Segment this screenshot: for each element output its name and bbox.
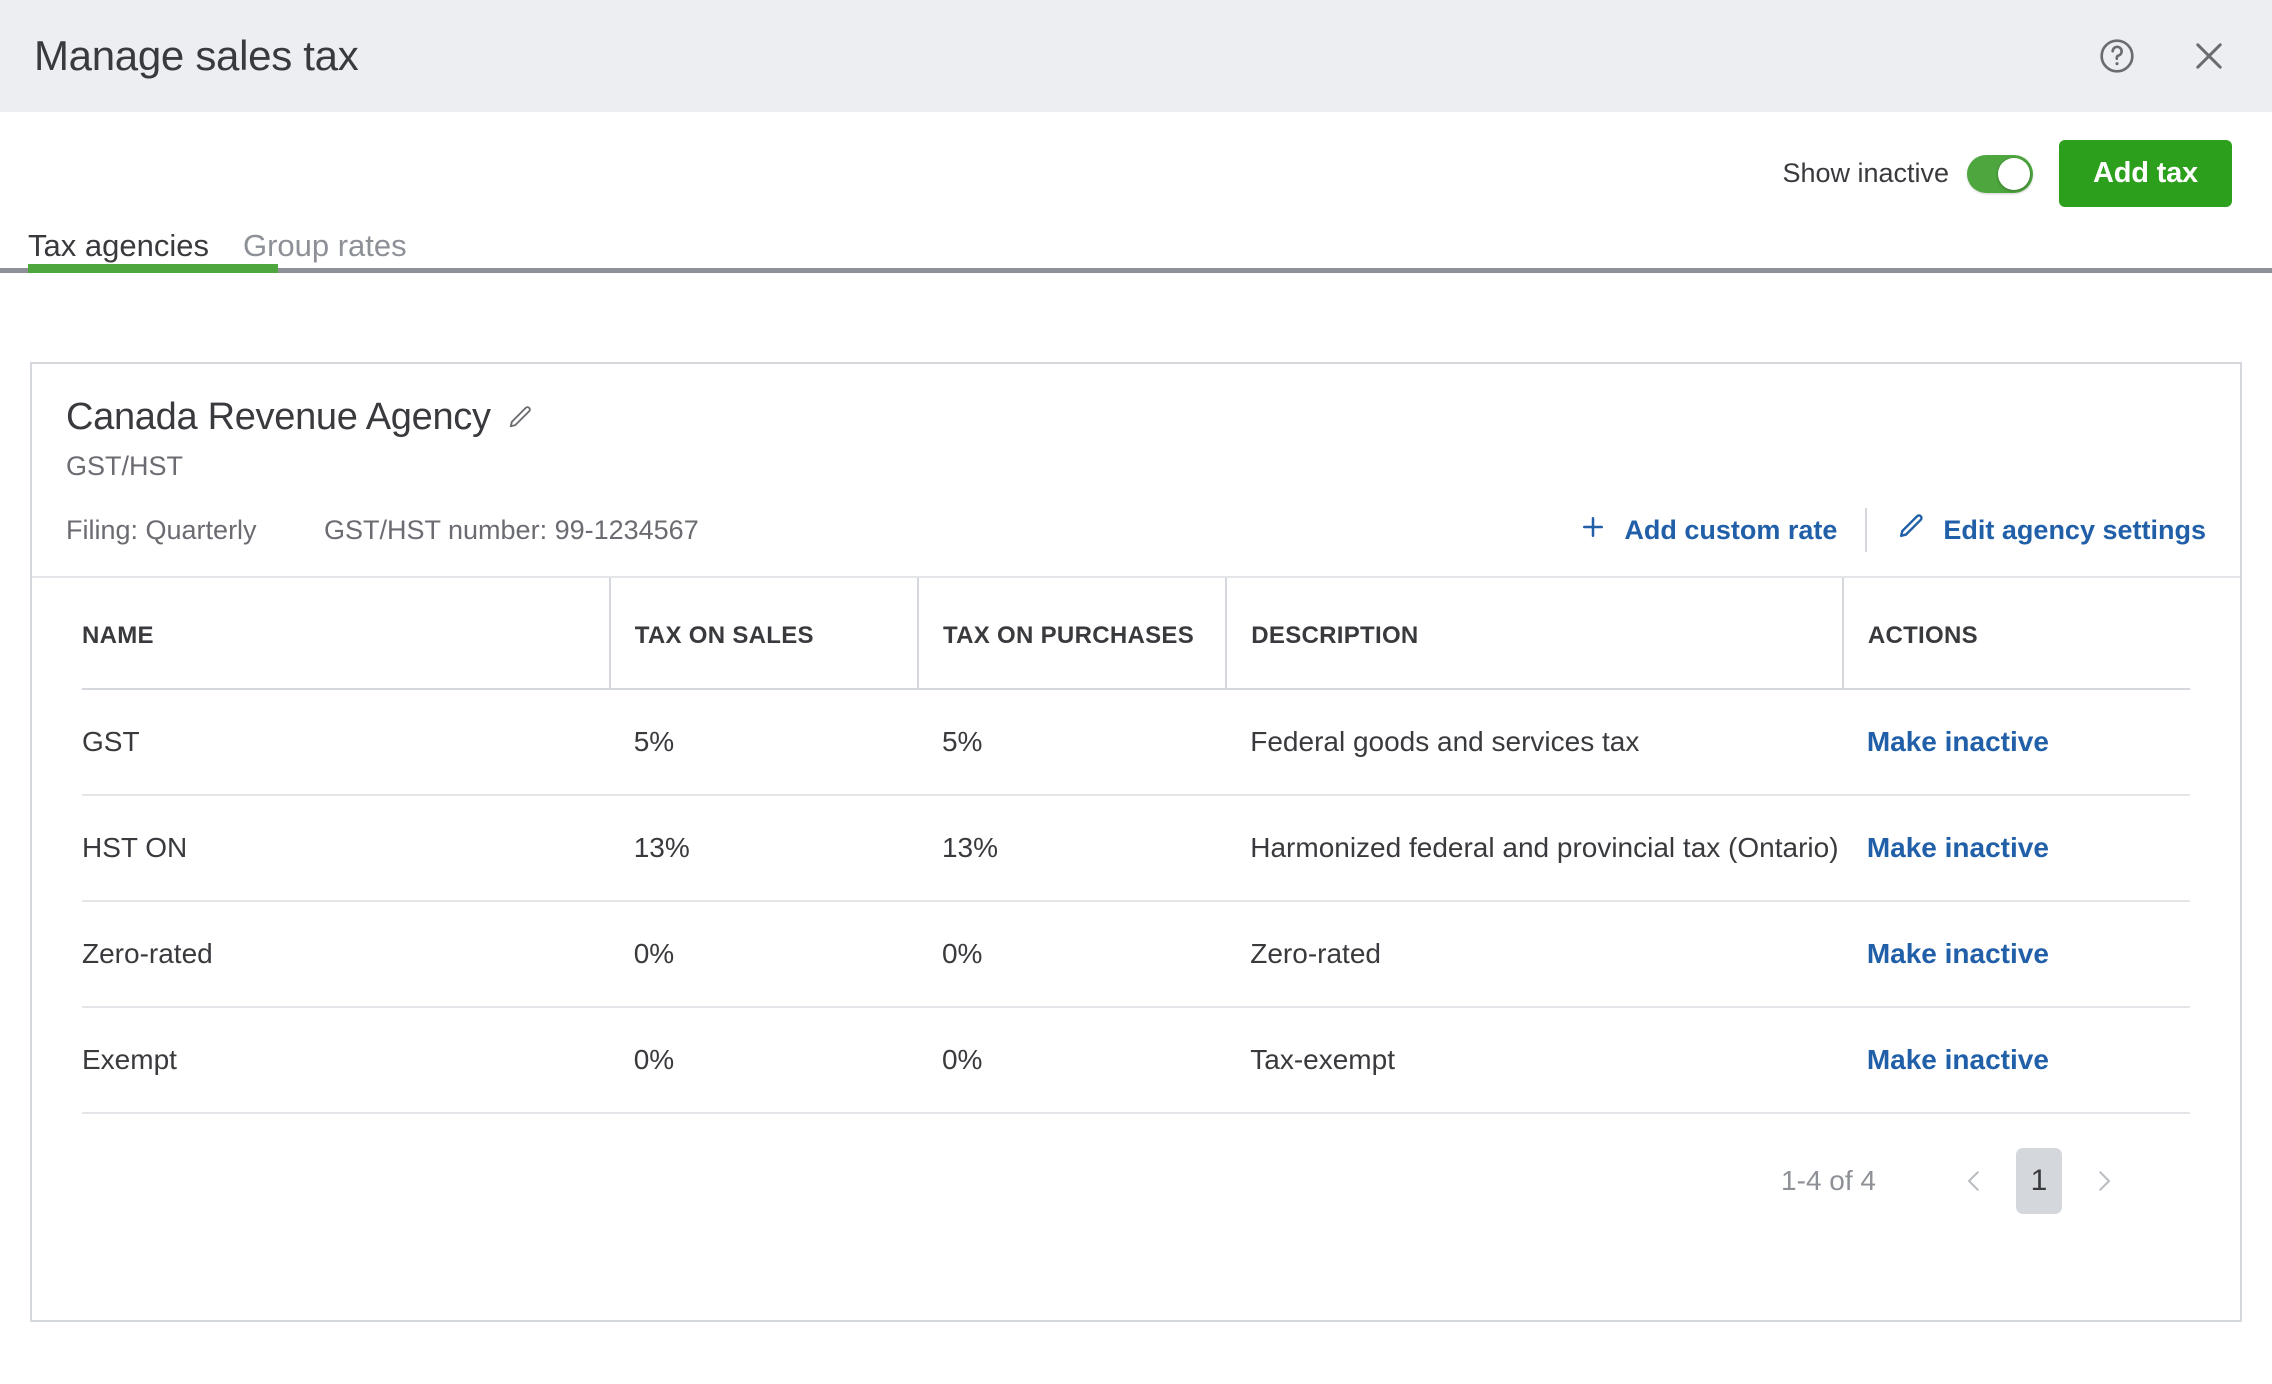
tax-rates-table: NAME TAX ON SALES TAX ON PURCHASES DESCR…: [82, 578, 2190, 1114]
column-header-tax-on-purchases: TAX ON PURCHASES: [916, 578, 1227, 690]
header-actions: [2094, 33, 2232, 79]
pagination-range: 1-4 of 4: [1781, 1165, 1876, 1196]
tab-tax-agencies[interactable]: Tax agencies: [28, 228, 209, 284]
page-title: Manage sales tax: [34, 32, 359, 79]
table-row: GST 5% 5% Federal goods and services tax…: [82, 689, 2190, 796]
add-custom-rate-label: Add custom rate: [1624, 514, 1838, 545]
agency-name-row: Canada Revenue Agency: [66, 396, 2206, 439]
chevron-right-icon[interactable]: [2076, 1153, 2132, 1209]
cell-name: GST: [82, 689, 610, 796]
pagination: 1-4 of 4 1: [82, 1114, 2190, 1214]
action-divider: [1865, 508, 1868, 552]
show-inactive-label: Show inactive: [1782, 158, 1950, 188]
agency-tax-type: GST/HST: [66, 451, 184, 481]
cell-name: Zero-rated: [82, 901, 610, 1008]
edit-agency-settings-link[interactable]: Edit agency settings: [1895, 511, 2206, 550]
cell-name: Exempt: [82, 1007, 610, 1114]
toolbar: Show inactive Add tax: [1782, 140, 2232, 207]
tax-rates-table-wrap: NAME TAX ON SALES TAX ON PURCHASES DESCR…: [32, 578, 2240, 1214]
cell-description: Zero-rated: [1226, 901, 1843, 1008]
pencil-icon: [1895, 511, 1927, 550]
make-inactive-link[interactable]: Make inactive: [1842, 1007, 2190, 1114]
agency-meta-row: Filing: Quarterly GST/HST number: 99-123…: [66, 508, 2206, 552]
cell-tax-on-purchases: 13%: [917, 795, 1227, 902]
show-inactive-control[interactable]: Show inactive: [1782, 154, 2034, 193]
tab-active-indicator: [28, 264, 278, 273]
chevron-left-icon[interactable]: [1946, 1153, 2002, 1209]
pagination-page-1[interactable]: 1: [2016, 1148, 2062, 1214]
edit-agency-settings-label: Edit agency settings: [1943, 514, 2206, 545]
table-header: NAME TAX ON SALES TAX ON PURCHASES DESCR…: [82, 578, 2190, 690]
add-custom-rate-link[interactable]: Add custom rate: [1578, 512, 1837, 549]
make-inactive-link[interactable]: Make inactive: [1842, 901, 2190, 1008]
make-inactive-link[interactable]: Make inactive: [1842, 689, 2190, 796]
column-header-actions: ACTIONS: [1841, 578, 2190, 690]
agency-card-header: Canada Revenue Agency GST/HST Filing: Qu…: [32, 364, 2240, 578]
cell-tax-on-sales: 0%: [609, 901, 918, 1008]
agency-filing: Filing: Quarterly: [66, 514, 257, 545]
column-header-tax-on-sales: TAX ON SALES: [608, 578, 918, 690]
help-circle-icon[interactable]: [2094, 33, 2140, 79]
table-header-row: NAME TAX ON SALES TAX ON PURCHASES DESCR…: [82, 578, 2190, 690]
cell-tax-on-sales: 0%: [609, 1007, 918, 1114]
cell-name: HST ON: [82, 795, 610, 902]
column-header-description: DESCRIPTION: [1225, 578, 1843, 690]
cell-tax-on-purchases: 0%: [917, 901, 1227, 1008]
agency-name: Canada Revenue Agency: [66, 396, 491, 438]
plus-icon: [1578, 512, 1608, 549]
agency-card: Canada Revenue Agency GST/HST Filing: Qu…: [30, 362, 2242, 1322]
cell-tax-on-purchases: 5%: [917, 689, 1227, 796]
cell-description: Federal goods and services tax: [1226, 689, 1843, 796]
add-tax-button[interactable]: Add tax: [2059, 140, 2232, 207]
column-header-name: NAME: [82, 578, 610, 690]
cell-description: Tax-exempt: [1226, 1007, 1843, 1114]
tab-baseline: [0, 268, 2272, 273]
cell-description: Harmonized federal and provincial tax (O…: [1226, 795, 1843, 902]
table-row: Zero-rated 0% 0% Zero-rated Make inactiv…: [82, 901, 2190, 1008]
tab-group-rates[interactable]: Group rates: [243, 228, 407, 284]
table-row: Exempt 0% 0% Tax-exempt Make inactive: [82, 1007, 2190, 1114]
cell-tax-on-purchases: 0%: [917, 1007, 1227, 1114]
close-icon[interactable]: [2186, 33, 2232, 79]
cell-tax-on-sales: 13%: [609, 795, 918, 902]
pencil-icon[interactable]: [505, 403, 535, 433]
make-inactive-link[interactable]: Make inactive: [1842, 795, 2190, 902]
toggle-knob: [1998, 157, 2031, 190]
show-inactive-toggle[interactable]: [1967, 154, 2034, 193]
agency-tax-number: GST/HST number: 99-1234567: [324, 514, 699, 545]
table-body: GST 5% 5% Federal goods and services tax…: [82, 689, 2190, 1114]
table-row: HST ON 13% 13% Harmonized federal and pr…: [82, 795, 2190, 902]
tab-bar: Tax agencies Group rates: [0, 228, 2272, 268]
modal-header: Manage sales tax: [0, 0, 2272, 112]
cell-tax-on-sales: 5%: [609, 689, 918, 796]
agency-actions: Add custom rate Edit agency settings: [1578, 508, 2206, 552]
